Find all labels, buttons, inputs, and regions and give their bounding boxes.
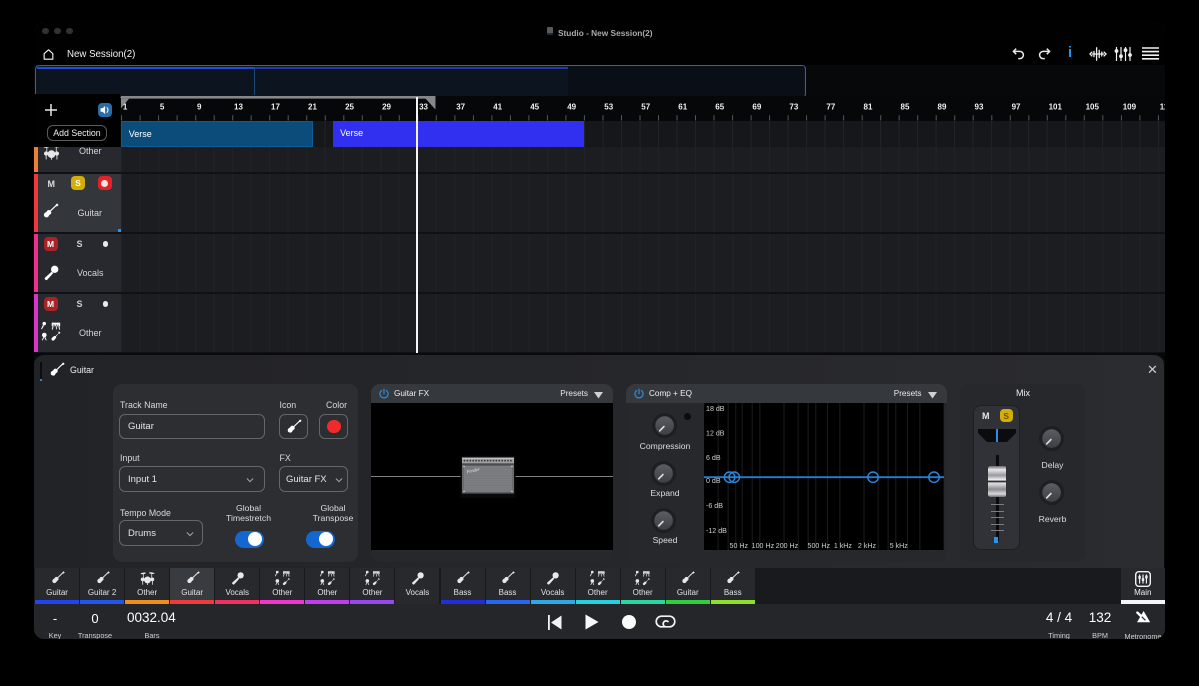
- svg-text:101: 101: [1048, 103, 1062, 112]
- svg-text:77: 77: [826, 103, 835, 112]
- svg-text:1 kHz: 1 kHz: [834, 542, 853, 550]
- svg-text:37: 37: [456, 103, 465, 112]
- svg-text:18 dB: 18 dB: [706, 405, 725, 413]
- svg-text:1: 1: [122, 103, 127, 112]
- svg-text:53: 53: [604, 103, 613, 112]
- svg-text:21: 21: [308, 103, 317, 112]
- svg-text:-12 dB: -12 dB: [706, 527, 727, 535]
- svg-text:-6 dB: -6 dB: [706, 502, 723, 510]
- svg-text:69: 69: [752, 103, 761, 112]
- svg-text:5: 5: [159, 103, 164, 112]
- svg-text:73: 73: [789, 103, 798, 112]
- svg-text:2 kHz: 2 kHz: [858, 542, 877, 550]
- svg-text:200 Hz: 200 Hz: [776, 542, 799, 550]
- svg-text:17: 17: [271, 103, 280, 112]
- svg-text:0 dB: 0 dB: [706, 477, 721, 485]
- svg-text:12 dB: 12 dB: [706, 429, 725, 437]
- svg-text:29: 29: [382, 103, 391, 112]
- svg-text:25: 25: [345, 103, 354, 112]
- svg-text:93: 93: [974, 103, 983, 112]
- svg-text:113: 113: [1159, 103, 1165, 112]
- svg-text:61: 61: [678, 103, 687, 112]
- svg-text:89: 89: [937, 103, 946, 112]
- svg-text:500 Hz: 500 Hz: [808, 542, 831, 550]
- svg-text:41: 41: [493, 103, 502, 112]
- svg-text:57: 57: [641, 103, 650, 112]
- svg-text:5 kHz: 5 kHz: [890, 542, 909, 550]
- svg-text:105: 105: [1085, 103, 1099, 112]
- svg-text:45: 45: [530, 103, 539, 112]
- svg-text:100 Hz: 100 Hz: [752, 542, 775, 550]
- svg-text:49: 49: [567, 103, 576, 112]
- svg-text:109: 109: [1122, 103, 1136, 112]
- svg-text:50 Hz: 50 Hz: [730, 542, 749, 550]
- svg-text:97: 97: [1011, 103, 1020, 112]
- svg-text:13: 13: [234, 103, 243, 112]
- svg-text:81: 81: [863, 103, 872, 112]
- svg-text:85: 85: [900, 103, 909, 112]
- svg-text:6 dB: 6 dB: [706, 454, 721, 462]
- svg-text:9: 9: [197, 103, 202, 112]
- svg-text:65: 65: [715, 103, 724, 112]
